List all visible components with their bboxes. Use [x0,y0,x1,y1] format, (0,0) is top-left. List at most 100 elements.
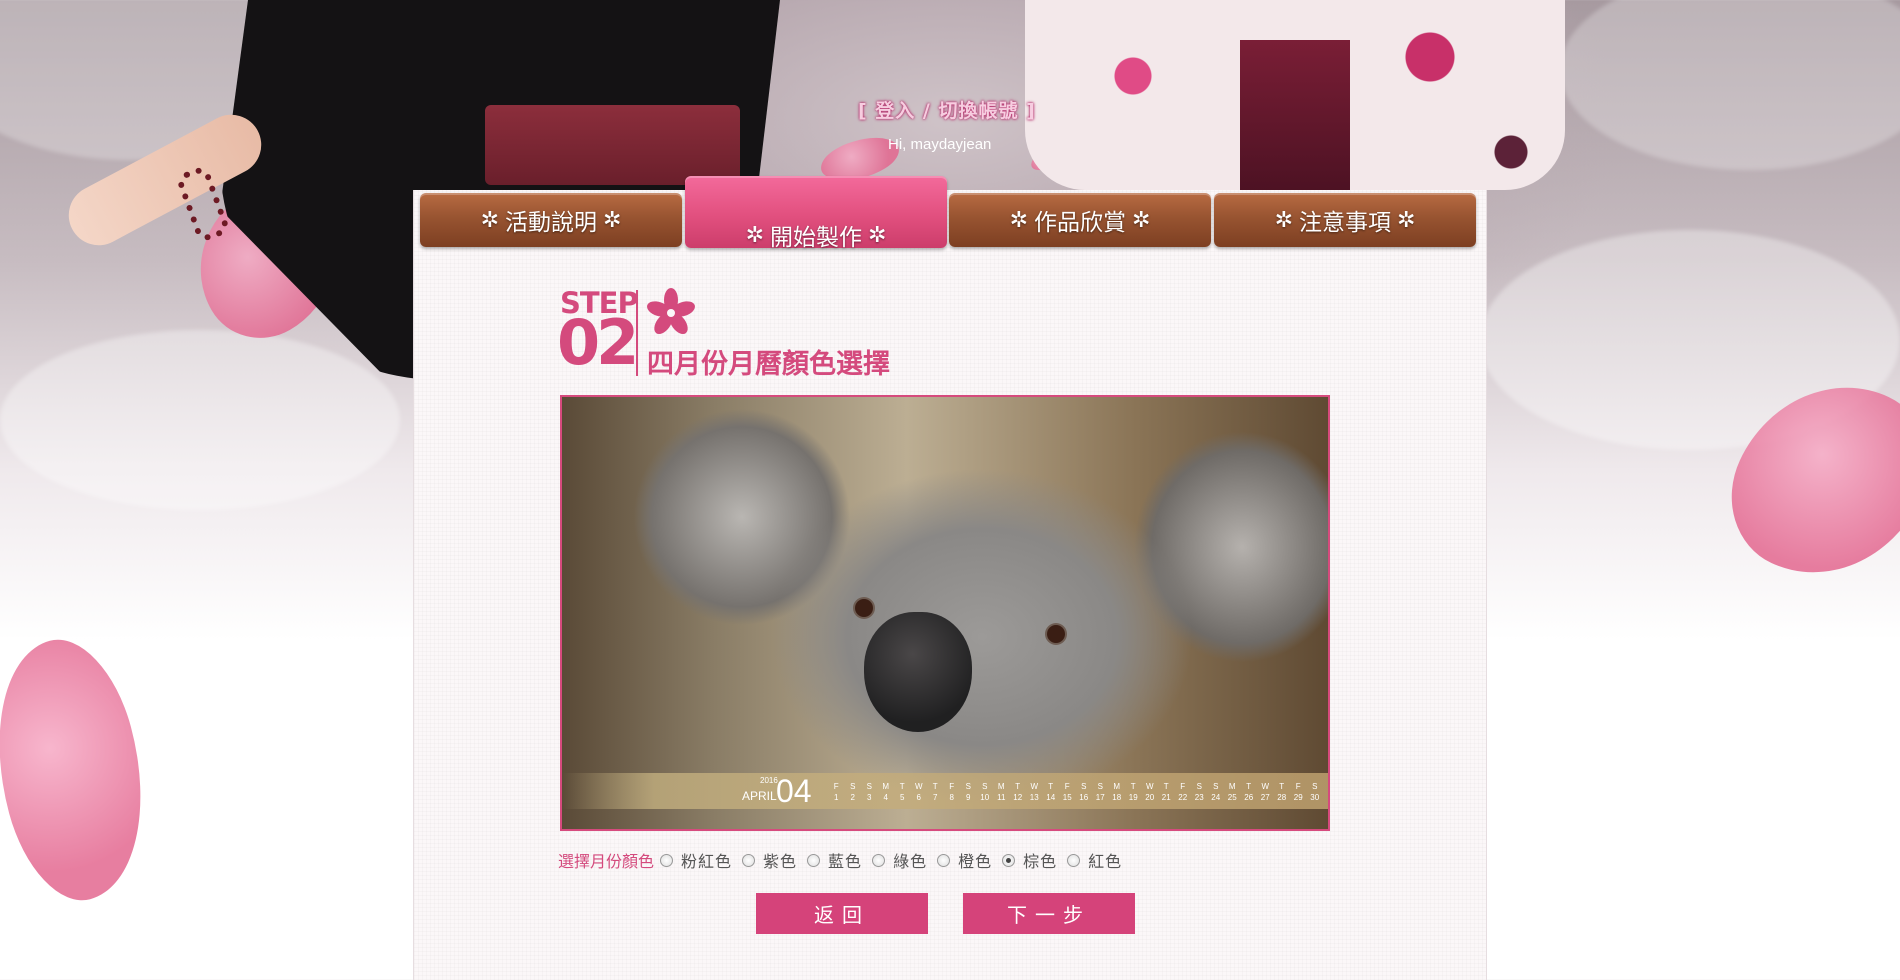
calendar-day: T 19 [1125,781,1142,803]
flower-icon: ✲ [745,222,764,248]
calendar-weekday: T [932,782,938,791]
calendar-day: T 12 [1010,781,1027,803]
character-right-obi [1240,40,1350,190]
calendar-day: S 24 [1208,781,1225,803]
calendar-date: 7 [933,793,938,802]
color-option-label[interactable]: 紫色 [763,848,797,872]
calendar-date: 15 [1062,793,1072,802]
calendar-day: M4 [878,781,895,803]
calendar-day: S 16 [1076,781,1093,803]
color-option-label[interactable]: 紅色 [1088,848,1122,872]
step-title: 四月份月曆顏色選擇 [647,349,890,380]
calendar-date: 29 [1293,793,1303,802]
calendar-day: W 13 [1026,781,1043,803]
calendar-date: 18 [1112,793,1122,802]
calendar-day: F 22 [1175,781,1192,803]
flower-icon: ✲ [1274,207,1293,233]
calendar-weekday: T [1130,782,1136,791]
back-button[interactable]: 返回 [756,893,928,934]
calendar-date: 21 [1161,793,1171,802]
calendar-weekday: S [965,782,971,791]
color-option-label[interactable]: 棕色 [1023,848,1057,872]
calendar-weekday: M [997,782,1005,791]
calendar-weekday: T [1279,782,1285,791]
calendar-weekday: M [1113,782,1121,791]
calendar-weekday: W [1261,782,1270,791]
tab-event-description[interactable]: ✲ 活動說明 ✲ [420,193,682,247]
calendar-day: F 29 [1290,781,1307,803]
calendar-day: S 17 [1092,781,1109,803]
color-option-label[interactable]: 粉紅色 [681,848,732,872]
calendar-weekday: W [914,782,923,791]
calendar-date: 10 [980,793,990,802]
calendar-day: T5 [894,781,911,803]
color-radio[interactable] [742,853,756,867]
color-radio[interactable] [807,853,821,867]
calendar-date: 30 [1310,793,1320,802]
calendar-weekday: S [1213,782,1219,791]
calendar-date: 14 [1046,793,1056,802]
tab-start-creating[interactable]: ✲ 開始製作 ✲ [685,176,947,251]
calendar-weekday: W [1145,782,1154,791]
calendar-weekday: M [882,782,890,791]
calendar-date: 24 [1211,793,1221,802]
flower-icon: ✲ [480,207,499,233]
calendar-weekday: S [850,782,856,791]
calendar-weekday: S [982,782,988,791]
calendar-date: 1 [834,793,839,802]
calendar-date: 20 [1145,793,1155,802]
calendar-weekday: F [1295,782,1301,791]
flower-icon: ✲ [1009,207,1028,233]
color-option-label[interactable]: 藍色 [828,848,862,872]
character-left-obi [485,105,740,185]
calendar-date: 16 [1079,793,1089,802]
calendar-weekday: S [1196,782,1202,791]
calendar-date: 9 [966,793,971,802]
calendar-weekday: T [1015,782,1021,791]
next-step-button[interactable]: 下一步 [963,893,1135,934]
calendar-weekday: S [866,782,872,791]
color-radio[interactable] [872,853,886,867]
tab-gallery[interactable]: ✲ 作品欣賞 ✲ [949,193,1211,247]
color-radio[interactable] [937,853,951,867]
calendar-day: M 18 [1109,781,1126,803]
calendar-day: F 15 [1059,781,1076,803]
koala-eye [1047,625,1065,643]
flower-icon: ✲ [603,207,622,233]
calendar-date: 26 [1244,793,1254,802]
calendar-month-number: 04 [776,773,812,809]
color-radio[interactable] [1067,853,1081,867]
color-option-label[interactable]: 橙色 [958,848,992,872]
calendar-weekday: F [1064,782,1070,791]
background-flowers [0,330,400,510]
color-radio[interactable] [660,853,674,867]
calendar-date: 22 [1178,793,1188,802]
calendar-day: M 11 [993,781,1010,803]
sakura-icon [647,288,695,335]
calendar-weekday: T [1048,782,1054,791]
calendar-date: 12 [1013,793,1023,802]
calendar-day: T 28 [1274,781,1291,803]
month-color-picker: 選擇月份顏色 粉紅色 紫色 藍色 綠色 橙色 棕色 紅色 [558,848,1130,872]
calendar-day: S 30 [1307,781,1324,803]
calendar-weekday: F [949,782,955,791]
color-radio[interactable] [1002,853,1016,867]
calendar-date: 19 [1128,793,1138,802]
calendar-date: 5 [900,793,905,802]
calendar-weekday: S [1081,782,1087,791]
flower-icon: ✲ [1397,207,1416,233]
calendar-date: 6 [916,793,921,802]
color-picker-label: 選擇月份顏色 [558,852,655,871]
user-greeting: Hi, maydayjean [888,136,992,153]
calendar-weekday: W [1030,782,1039,791]
calendar-weekday: T [1246,782,1252,791]
calendar-date: 4 [883,793,888,802]
tab-notes[interactable]: ✲ 注意事項 ✲ [1214,193,1476,247]
background-tree [1560,0,1900,170]
calendar-weekday: T [1163,782,1169,791]
calendar-weekday: S [1312,782,1318,791]
login-switch-account-link[interactable]: [ 登入 / 切換帳號 ] [858,96,1036,123]
calendar-day: W 27 [1257,781,1274,803]
color-option-label[interactable]: 綠色 [893,848,927,872]
calendar-date: 2 [850,793,855,802]
